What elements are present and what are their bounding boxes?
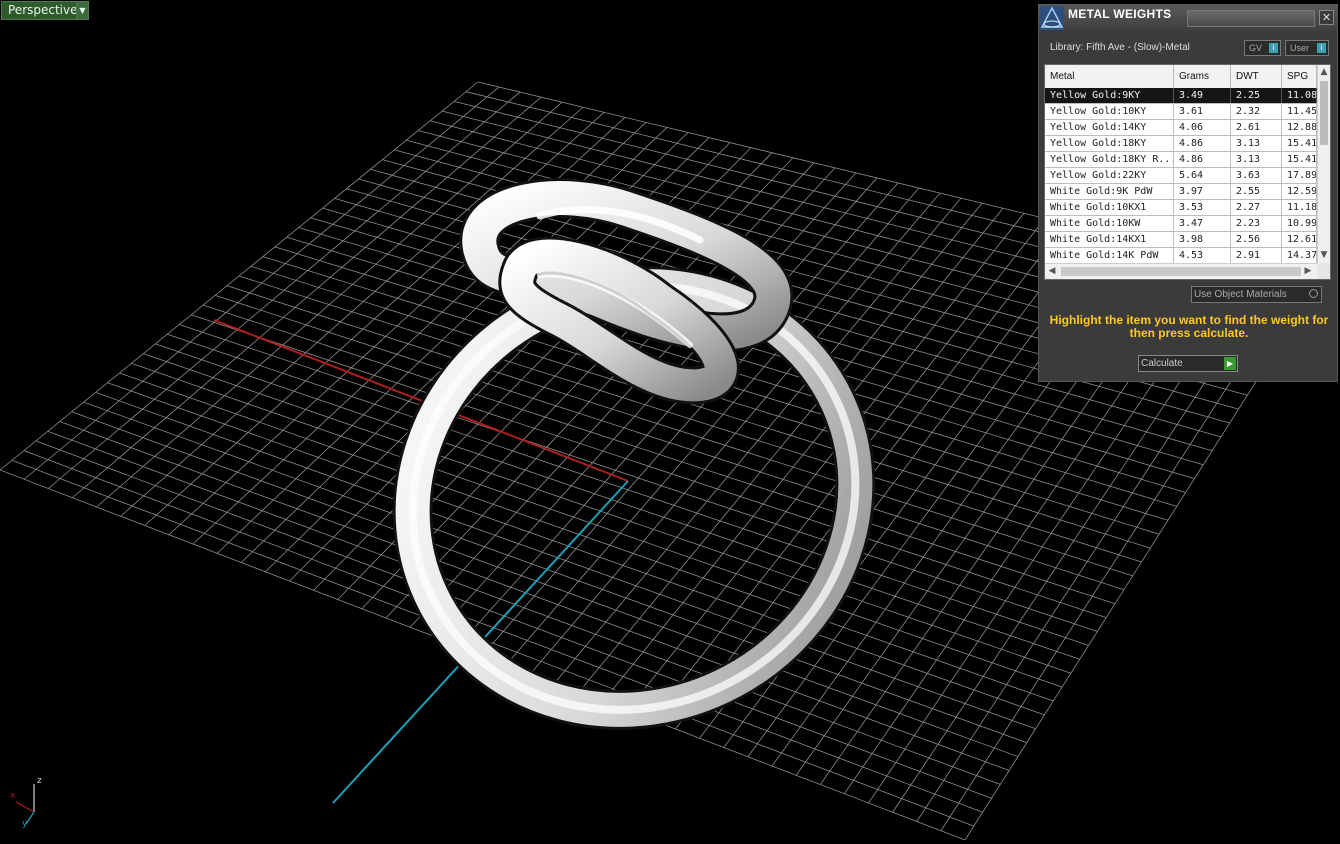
cell-spg: 11.45: [1282, 104, 1317, 119]
calculate-button[interactable]: Calculate ▶: [1138, 355, 1238, 372]
cell-metal: White Gold:9K PdW: [1045, 184, 1174, 199]
scroll-up-icon[interactable]: ▲: [1319, 66, 1329, 78]
instruction-text: Highlight the item you want to find the …: [1049, 313, 1329, 340]
play-arrow-icon: ▶: [1224, 357, 1236, 370]
view-mode-dropdown-icon[interactable]: ▼: [76, 1, 89, 20]
cell-grams: 3.61: [1174, 104, 1231, 119]
cell-dwt: 3.63: [1231, 168, 1282, 183]
cell-spg: 12.88: [1282, 120, 1317, 135]
panel-title: METAL WEIGHTS: [1068, 7, 1172, 21]
scroll-down-icon[interactable]: ▼: [1319, 249, 1329, 261]
column-header-spg[interactable]: SPG: [1282, 65, 1317, 88]
axis-y-label: y: [22, 819, 28, 828]
cell-metal: Yellow Gold:14KY: [1045, 120, 1174, 135]
table-row[interactable]: White Gold:14KX1 3.98 2.56 12.61: [1045, 232, 1317, 248]
grid-line: [11, 459, 974, 827]
cell-dwt: 2.55: [1231, 184, 1282, 199]
axis-z-label: z: [37, 776, 42, 786]
cell-grams: 4.86: [1174, 136, 1231, 151]
cell-dwt: 3.13: [1231, 152, 1282, 167]
cell-spg: 12.61: [1282, 232, 1317, 247]
cell-dwt: 2.91: [1231, 248, 1282, 263]
column-header-dwt[interactable]: DWT: [1231, 65, 1282, 88]
cell-grams: 5.64: [1174, 168, 1231, 183]
metal-table: Metal Grams DWT SPG Yellow Gold:9KY 3.49 2…: [1044, 64, 1331, 280]
cell-spg: 11.18: [1282, 200, 1317, 215]
app-logo-icon: [1040, 6, 1064, 30]
cell-dwt: 2.23: [1231, 216, 1282, 231]
cell-grams: 3.97: [1174, 184, 1231, 199]
use-object-materials-toggle[interactable]: Use Object Materials: [1191, 286, 1322, 303]
table-row[interactable]: Yellow Gold:18KY 4.86 3.13 15.41: [1045, 136, 1317, 152]
titlebar-field: [1187, 10, 1315, 27]
table-row[interactable]: Yellow Gold:18KY R... 4.86 3.13 15.41: [1045, 152, 1317, 168]
cell-spg: 15.41: [1282, 152, 1317, 167]
cell-metal: Yellow Gold:9KY: [1045, 88, 1174, 103]
gv-toggle-icon: i: [1269, 43, 1278, 53]
table-header: Metal Grams DWT SPG: [1045, 65, 1317, 88]
cell-dwt: 3.13: [1231, 136, 1282, 151]
cell-spg: 15.41: [1282, 136, 1317, 151]
scroll-left-icon[interactable]: ◀: [1047, 265, 1057, 277]
calculate-label: Calculate: [1141, 358, 1183, 369]
cell-dwt: 2.56: [1231, 232, 1282, 247]
cell-metal: Yellow Gold:22KY: [1045, 168, 1174, 183]
column-header-metal[interactable]: Metal: [1045, 65, 1174, 88]
gv-toggle[interactable]: GV i: [1244, 40, 1281, 56]
axis-gizmo: z x y: [10, 776, 42, 828]
table-row[interactable]: Yellow Gold:14KY 4.06 2.61 12.88: [1045, 120, 1317, 136]
cell-grams: 3.53: [1174, 200, 1231, 215]
cell-spg: 14.37: [1282, 248, 1317, 263]
table-row[interactable]: White Gold:9K PdW 3.97 2.55 12.59: [1045, 184, 1317, 200]
knot-ring-model: [392, 178, 876, 730]
cell-metal: White Gold:10KW: [1045, 216, 1174, 231]
radio-icon[interactable]: [1309, 289, 1318, 298]
horizontal-scrollbar[interactable]: ◀ ▶: [1045, 263, 1317, 279]
scrollbar-corner: [1317, 263, 1330, 279]
panel-titlebar[interactable]: METAL WEIGHTS ✕: [1039, 5, 1337, 31]
cell-metal: Yellow Gold:18KY: [1045, 136, 1174, 151]
scroll-right-icon[interactable]: ▶: [1303, 265, 1313, 277]
axis-x-label: x: [10, 791, 16, 801]
horizontal-scroll-thumb[interactable]: [1061, 267, 1301, 276]
table-body: Yellow Gold:9KY 3.49 2.25 11.08 Yellow Gold:…: [1045, 88, 1317, 263]
table-row[interactable]: Yellow Gold:10KY 3.61 2.32 11.45: [1045, 104, 1317, 120]
cell-metal: Yellow Gold:10KY: [1045, 104, 1174, 119]
cell-dwt: 2.32: [1231, 104, 1282, 119]
table-row[interactable]: White Gold:14K PdW 4.53 2.91 14.37: [1045, 248, 1317, 263]
close-icon[interactable]: ✕: [1319, 10, 1334, 25]
cell-metal: White Gold:14KX1: [1045, 232, 1174, 247]
table-row[interactable]: Yellow Gold:22KY 5.64 3.63 17.89: [1045, 168, 1317, 184]
cell-spg: 12.59: [1282, 184, 1317, 199]
cell-metal: White Gold:14K PdW: [1045, 248, 1174, 263]
column-header-grams[interactable]: Grams: [1174, 65, 1231, 88]
cell-spg: 17.89: [1282, 168, 1317, 183]
cell-grams: 4.86: [1174, 152, 1231, 167]
cell-grams: 3.47: [1174, 216, 1231, 231]
cell-grams: 4.53: [1174, 248, 1231, 263]
cell-grams: 3.49: [1174, 88, 1231, 103]
cell-spg: 10.99: [1282, 216, 1317, 231]
cell-dwt: 2.25: [1231, 88, 1282, 103]
user-toggle-icon: i: [1317, 43, 1326, 53]
user-toggle-label: User: [1290, 43, 1310, 53]
use-object-materials-label: Use Object Materials: [1194, 289, 1287, 300]
cell-dwt: 2.61: [1231, 120, 1282, 135]
table-row[interactable]: White Gold:10KW 3.47 2.23 10.99: [1045, 216, 1317, 232]
cell-grams: 4.06: [1174, 120, 1231, 135]
cell-grams: 3.98: [1174, 232, 1231, 247]
table-row[interactable]: Yellow Gold:9KY 3.49 2.25 11.08: [1045, 88, 1317, 104]
gv-toggle-label: GV: [1249, 43, 1263, 53]
cell-dwt: 2.27: [1231, 200, 1282, 215]
vertical-scrollbar[interactable]: ▲ ▼: [1317, 65, 1330, 263]
library-label: Library: Fifth Ave - (Slow)-Metal: [1050, 42, 1190, 53]
metal-weights-panel: METAL WEIGHTS ✕ Library: Fifth Ave - (Sl…: [1038, 4, 1338, 382]
view-mode-label[interactable]: Perspective: [1, 1, 85, 20]
cell-metal: White Gold:10KX1: [1045, 200, 1174, 215]
vertical-scroll-thumb[interactable]: [1320, 81, 1328, 145]
cell-spg: 11.08: [1282, 88, 1317, 103]
user-toggle[interactable]: User i: [1285, 40, 1329, 56]
table-row[interactable]: White Gold:10KX1 3.53 2.27 11.18: [1045, 200, 1317, 216]
cell-metal: Yellow Gold:18KY R...: [1045, 152, 1174, 167]
